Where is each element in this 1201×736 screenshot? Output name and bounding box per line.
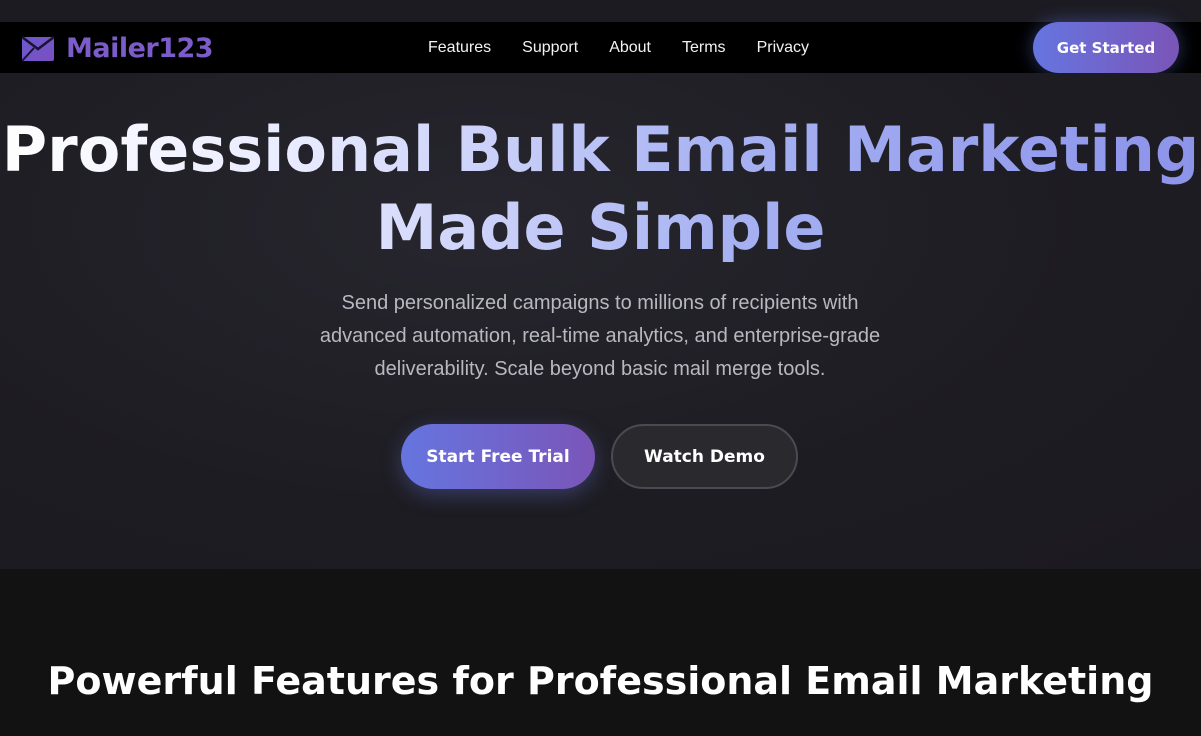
nav-links: Features Support About Terms Privacy [428,22,809,73]
features-title: Powerful Features for Professional Email… [47,659,1154,703]
nav-link-features[interactable]: Features [428,39,491,57]
nav-link-terms[interactable]: Terms [682,39,726,57]
brand-logo[interactable]: Mailer123 [20,32,214,64]
hero-title: Professional Bulk Email Marketing Made S… [0,111,1201,267]
hero-title-line1: Professional Bulk Email Marketing [1,113,1200,186]
watch-demo-button[interactable]: Watch Demo [611,424,798,489]
hero-title-line2: Made Simple [375,191,826,264]
hero-section: Professional Bulk Email Marketing Made S… [0,73,1201,569]
brand-name: Mailer123 [66,32,214,64]
navbar: Mailer123 Features Support About Terms P… [0,22,1201,73]
top-strip [0,0,1201,22]
nav-link-support[interactable]: Support [522,39,578,57]
paper-plane-mail-icon [21,36,55,62]
features-section: Powerful Features for Professional Email… [0,569,1201,736]
get-started-button[interactable]: Get Started [1033,22,1179,73]
nav-link-about[interactable]: About [609,39,651,57]
start-free-trial-button[interactable]: Start Free Trial [401,424,595,489]
hero-subtitle: Send personalized campaigns to millions … [319,292,881,380]
nav-link-privacy[interactable]: Privacy [757,39,809,57]
